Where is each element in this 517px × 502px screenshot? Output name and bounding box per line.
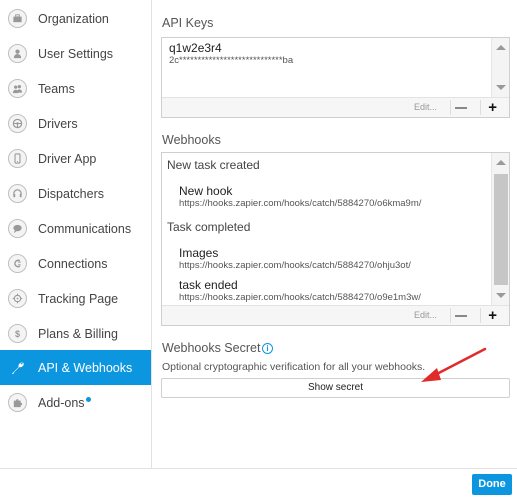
webhook-name[interactable]: task ended	[179, 278, 238, 292]
sidebar-item-dispatchers[interactable]: Dispatchers	[0, 176, 151, 211]
steering-wheel-icon	[8, 114, 27, 133]
sidebar-item-teams[interactable]: Teams	[0, 71, 151, 106]
sidebar-item-driver-app[interactable]: Driver App	[0, 141, 151, 176]
briefcase-icon	[8, 9, 27, 28]
sidebar-item-label: Dispatchers	[38, 186, 104, 201]
sidebar-item-label: Add-ons	[38, 396, 91, 410]
webhook-url: https://hooks.zapier.com/hooks/catch/588…	[179, 198, 422, 209]
webhooks-secret-title: Webhooks Secret	[162, 341, 261, 355]
toolbar-divider	[450, 308, 451, 323]
api-keys-list: q1w2e3r4 2c****************************b…	[161, 37, 510, 118]
sidebar-item-label: Drivers	[38, 116, 78, 131]
webhook-event-label: New task created	[167, 158, 260, 172]
api-keys-scrollbar[interactable]	[491, 38, 509, 98]
sidebar-item-label: Connections	[38, 256, 108, 271]
sidebar-item-label: Plans & Billing	[38, 326, 118, 341]
wrench-icon	[8, 358, 27, 377]
toolbar-divider	[480, 100, 481, 115]
api-key-name[interactable]: q1w2e3r4	[169, 41, 222, 55]
chat-icon	[8, 219, 27, 238]
sidebar-item-label: Organization	[38, 11, 109, 26]
dialog-footer	[0, 468, 517, 502]
team-icon	[8, 79, 27, 98]
remove-api-key-button[interactable]	[455, 107, 467, 109]
api-key-masked-value: 2c****************************ba	[169, 55, 294, 66]
webhook-url: https://hooks.zapier.com/hooks/catch/588…	[179, 260, 411, 271]
sidebar-item-drivers[interactable]: Drivers	[0, 106, 151, 141]
sidebar-item-label: User Settings	[38, 46, 114, 61]
add-ons-label: Add-ons	[38, 395, 85, 410]
puzzle-icon	[8, 393, 27, 412]
webhook-event-label: Task completed	[167, 220, 251, 234]
webhooks-toolbar: Edit... +	[162, 305, 509, 325]
svg-text:$: $	[15, 329, 20, 339]
add-api-key-button[interactable]: +	[488, 100, 497, 115]
scrollbar-thumb[interactable]	[494, 174, 508, 285]
sidebar-item-api-webhooks[interactable]: API & Webhooks	[0, 350, 151, 385]
sidebar-item-label: Teams	[38, 81, 75, 96]
remove-webhook-button[interactable]	[455, 315, 467, 317]
phone-icon	[8, 149, 27, 168]
sidebar-item-plans-billing[interactable]: $ Plans & Billing	[0, 316, 151, 351]
toolbar-divider	[480, 308, 481, 323]
webhooks-scrollbar[interactable]	[491, 153, 509, 306]
sidebar-item-label: Communications	[38, 221, 132, 236]
sidebar-item-organization[interactable]: Organization	[0, 1, 151, 36]
api-keys-toolbar: Edit... +	[162, 97, 509, 117]
plug-icon	[8, 254, 27, 273]
edit-api-key-button[interactable]: Edit...	[414, 102, 437, 112]
webhook-name[interactable]: New hook	[179, 184, 232, 198]
api-keys-title: API Keys	[162, 16, 214, 30]
webhook-url: https://hooks.zapier.com/hooks/catch/588…	[179, 292, 421, 303]
scroll-up-icon[interactable]	[496, 45, 506, 50]
scroll-up-icon[interactable]	[496, 160, 506, 165]
webhooks-title: Webhooks	[162, 133, 221, 147]
sidebar-item-tracking-page[interactable]: Tracking Page	[0, 281, 151, 316]
annotation-arrow-icon	[421, 347, 487, 382]
sidebar-item-communications[interactable]: Communications	[0, 211, 151, 246]
toolbar-divider	[450, 100, 451, 115]
info-icon[interactable]: i	[262, 343, 273, 354]
scroll-down-icon[interactable]	[496, 85, 506, 90]
sidebar-item-label: Tracking Page	[38, 291, 119, 306]
sidebar-item-add-ons[interactable]: Add-ons	[0, 385, 151, 420]
webhooks-secret-description: Optional cryptographic verification for …	[162, 361, 426, 373]
sidebar-item-label: Driver App	[38, 151, 97, 166]
dollar-icon: $	[8, 324, 27, 343]
done-button[interactable]: Done	[472, 474, 512, 495]
edit-webhook-button[interactable]: Edit...	[414, 310, 437, 320]
crosshair-icon	[8, 289, 27, 308]
headset-icon	[8, 184, 27, 203]
new-indicator-dot	[85, 396, 91, 402]
webhooks-list: New task created New hook https://hooks.…	[161, 152, 510, 326]
webhook-name[interactable]: Images	[179, 246, 218, 260]
scroll-down-icon[interactable]	[496, 293, 506, 298]
sidebar-item-label: API & Webhooks	[38, 360, 133, 375]
user-icon	[8, 44, 27, 63]
settings-sidebar: Organization User Settings Teams Drivers…	[0, 0, 152, 468]
add-webhook-button[interactable]: +	[488, 308, 497, 323]
sidebar-item-connections[interactable]: Connections	[0, 246, 151, 281]
sidebar-item-user-settings[interactable]: User Settings	[0, 36, 151, 71]
